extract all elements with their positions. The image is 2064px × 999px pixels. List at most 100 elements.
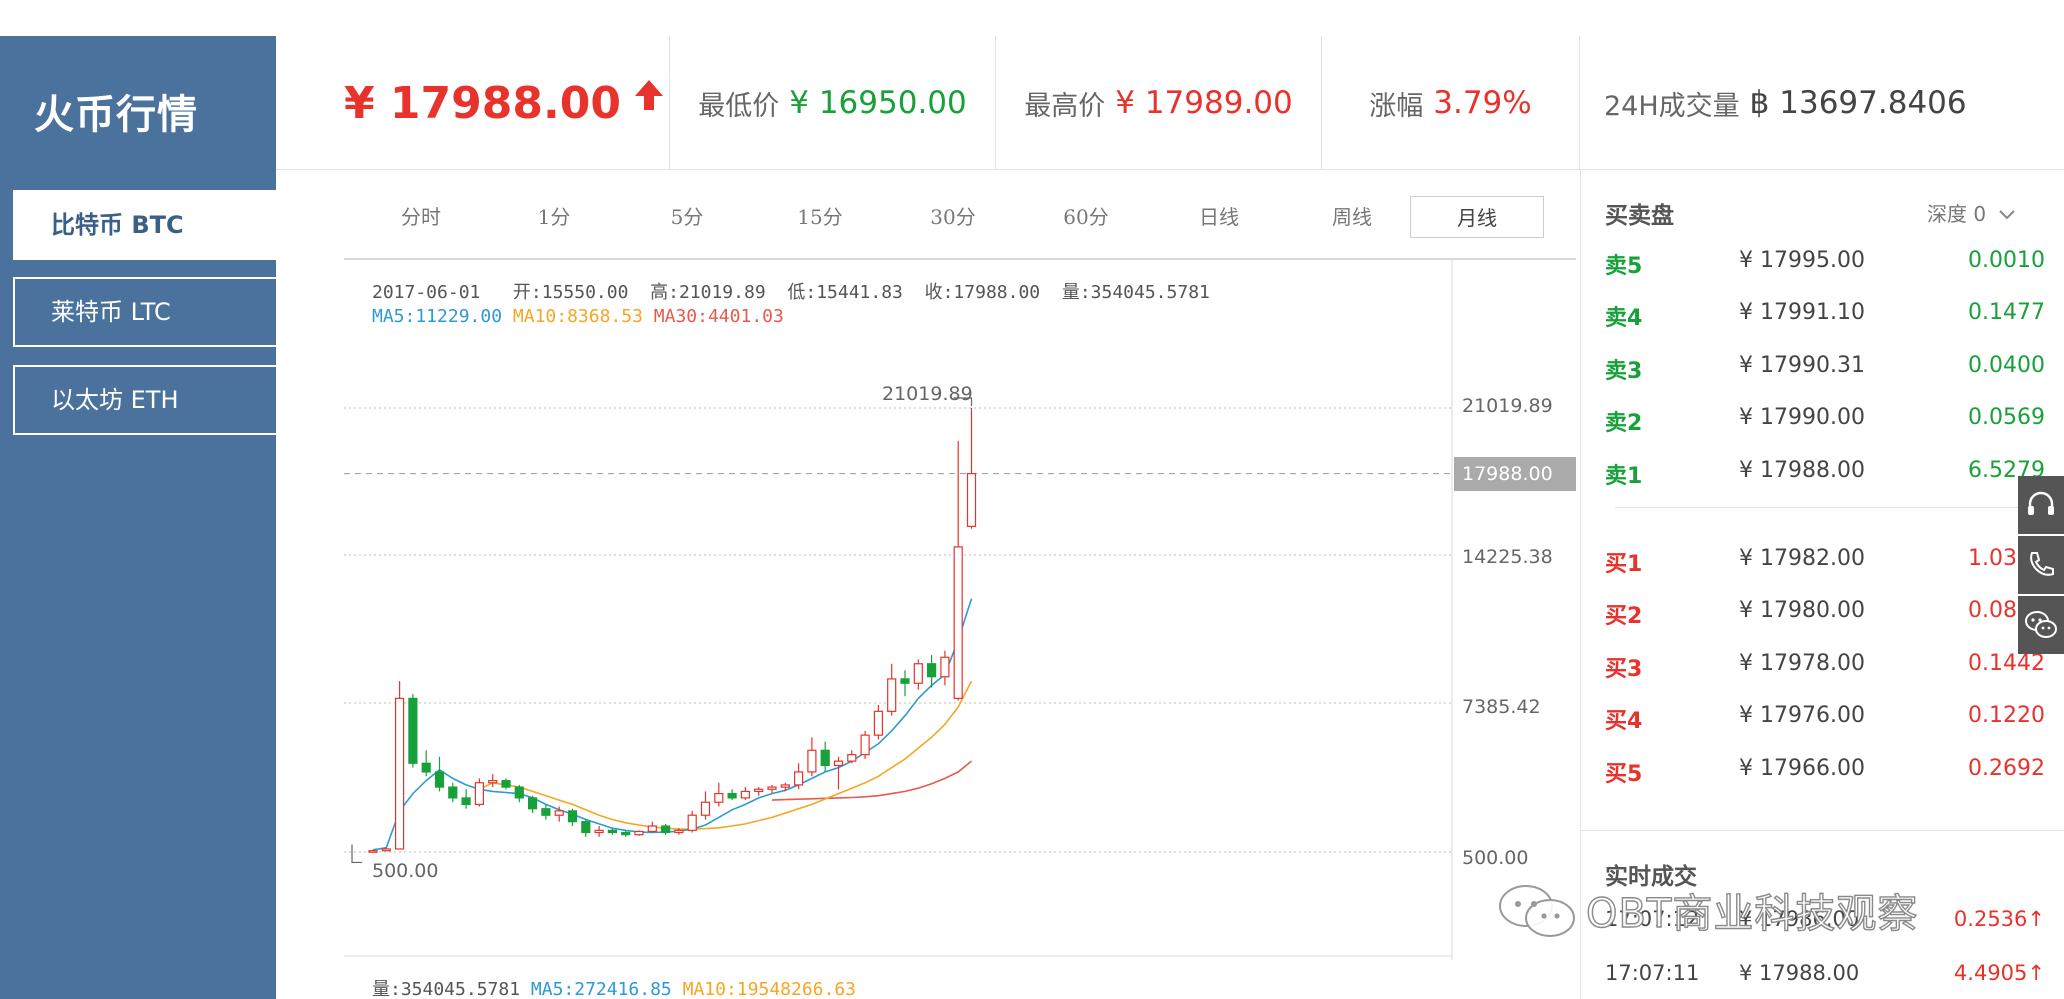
- ask-row[interactable]: 卖1 ¥ 17988.00 6.5279: [1605, 452, 2045, 492]
- candle-body: [913, 663, 923, 684]
- candle-body: [394, 697, 405, 850]
- bid-qty: 0.1220: [1968, 703, 2045, 728]
- ticker-price: ¥ 17988.00: [344, 36, 670, 170]
- ticker-bar: ¥ 17988.00 最低价 ¥ 16950.00 最高价 ¥ 17989.00…: [276, 36, 2064, 170]
- candle-body: [528, 797, 538, 810]
- min-pointer: [351, 844, 362, 864]
- ask-side: 卖4: [1605, 306, 1643, 331]
- kline-svg: [344, 260, 1453, 960]
- candle-body: [727, 792, 737, 799]
- bid-price: ¥ 17980.00: [1739, 598, 1865, 623]
- candle-body: [900, 678, 910, 684]
- ask-price: ¥ 17991.10: [1739, 300, 1865, 325]
- bid-side: 买1: [1605, 552, 1643, 577]
- ask-price: ¥ 17995.00: [1739, 248, 1865, 273]
- candle-body: [634, 830, 644, 836]
- scale-label-top: 21019.89: [1462, 395, 1553, 417]
- volume-value: ฿ 13697.8406: [1749, 85, 1967, 121]
- candle-body: [368, 850, 378, 853]
- tab-period-5m[interactable]: 5分: [620, 196, 754, 238]
- candle-body: [541, 808, 551, 816]
- price-markers: [351, 397, 973, 864]
- ticker-high: 最高价 ¥ 17989.00: [996, 36, 1322, 170]
- sidebar-item-btc[interactable]: 比特币 BTC: [13, 190, 276, 260]
- bid-price: ¥ 17982.00: [1739, 546, 1865, 571]
- tab-period-timeline[interactable]: 分时: [354, 196, 488, 238]
- ask-row[interactable]: 卖3 ¥ 17990.31 0.0400: [1605, 347, 2045, 387]
- ask-row[interactable]: 卖2 ¥ 17990.00 0.0569: [1605, 399, 2045, 439]
- kline-chart[interactable]: 2017-06-01 开:15550.00 高:21019.89 低:15441…: [344, 260, 1576, 999]
- wechat-button[interactable]: [2018, 596, 2064, 654]
- order-book: 买卖盘 深度 0 卖5 ¥ 17995.00 0.0010 卖4 ¥ 17991…: [1580, 170, 2064, 999]
- book-divider: [1615, 507, 2019, 508]
- ask-row[interactable]: 卖5 ¥ 17995.00 0.0010: [1605, 242, 2045, 282]
- ask-row[interactable]: 卖4 ¥ 17991.10 0.1477: [1605, 294, 2045, 334]
- ask-price: ¥ 17990.31: [1739, 353, 1865, 378]
- ask-side: 卖3: [1605, 359, 1643, 384]
- phone-icon: [2030, 552, 2054, 576]
- order-book-title: 买卖盘: [1605, 203, 1674, 229]
- tab-period-week[interactable]: 周线: [1285, 196, 1419, 238]
- candle-body: [700, 801, 711, 816]
- ask-side: 卖2: [1605, 411, 1643, 436]
- trade-price: ¥ 17988.00: [1739, 961, 1860, 985]
- tab-period-day[interactable]: 日线: [1152, 196, 1286, 238]
- candle-body: [887, 678, 897, 712]
- ask-qty: 0.0400: [1968, 353, 2045, 378]
- candle-body: [594, 829, 604, 834]
- bid-row[interactable]: 买4 ¥ 17976.00 0.1220: [1605, 697, 2045, 737]
- high-value: ¥ 17989.00: [1115, 85, 1293, 121]
- scale-label-3: 7385.42: [1462, 696, 1541, 718]
- candle-body: [448, 786, 458, 799]
- sidebar-item-ltc[interactable]: 莱特币 LTC: [13, 277, 276, 347]
- low-label: 最低价: [698, 90, 780, 122]
- ticker-change: 涨幅 3.79%: [1322, 36, 1580, 170]
- bid-price: ¥ 17978.00: [1739, 651, 1865, 676]
- ticker-volume: 24H成交量 ฿ 13697.8406: [1580, 36, 2064, 170]
- watermark-text: OBT商业科技观察: [1585, 890, 1919, 937]
- bid-row[interactable]: 买5 ¥ 17966.00 0.2692: [1605, 750, 2045, 790]
- floating-tools: [2018, 476, 2064, 656]
- min-price-marker: 500.00: [372, 860, 439, 882]
- candle-body: [488, 779, 498, 784]
- scale-label-2: 14225.38: [1462, 546, 1553, 568]
- candle-body: [421, 762, 431, 773]
- tab-period-15m[interactable]: 15分: [753, 196, 887, 238]
- candle-body: [607, 829, 617, 834]
- depth-select[interactable]: 深度 0: [1927, 198, 2016, 227]
- candle-body: [873, 710, 884, 736]
- candle-body: [567, 810, 578, 823]
- ask-qty: 0.1477: [1968, 300, 2045, 325]
- candle-body: [833, 760, 844, 767]
- tab-period-60m[interactable]: 60分: [1019, 196, 1153, 238]
- sidebar: 火币行情 比特币 BTC 莱特币 LTC 以太坊 ETH: [0, 36, 276, 999]
- candle-body: [621, 831, 631, 836]
- headset-icon: [2028, 491, 2054, 515]
- wechat-icon: [2025, 611, 2057, 638]
- bid-side: 买2: [1605, 604, 1643, 629]
- candle-body: [381, 848, 391, 852]
- bid-row[interactable]: 买1 ¥ 17982.00 1.0337: [1605, 540, 2045, 580]
- candle-body: [767, 786, 777, 790]
- candle-body: [714, 792, 724, 803]
- max-price-marker: 21019.89: [882, 383, 973, 405]
- chevron-down-icon: [1999, 210, 2016, 220]
- bid-qty: 0.2692: [1968, 756, 2045, 781]
- arrow-up-icon: [634, 80, 663, 110]
- tab-period-month[interactable]: 月线: [1410, 196, 1544, 238]
- candle-body: [966, 473, 977, 527]
- bid-row[interactable]: 买3 ¥ 17978.00 0.1442: [1605, 645, 2045, 685]
- sidebar-item-eth[interactable]: 以太坊 ETH: [13, 365, 276, 435]
- candle-body: [807, 749, 817, 773]
- scale-label-bottom: 500.00: [1462, 847, 1529, 869]
- tab-period-1m[interactable]: 1分: [487, 196, 621, 238]
- current-price: ¥ 17988.00: [344, 77, 621, 129]
- volume-ma5: MA5:272416.85: [530, 979, 672, 999]
- phone-button[interactable]: [2018, 536, 2064, 594]
- bid-side: 买5: [1605, 762, 1643, 787]
- low-value: ¥ 16950.00: [789, 85, 967, 121]
- bid-row[interactable]: 买2 ¥ 17980.00 0.0842: [1605, 592, 2045, 632]
- tab-period-30m[interactable]: 30分: [886, 196, 1020, 238]
- customer-service-button[interactable]: [2018, 476, 2064, 534]
- candle-body: [501, 779, 511, 788]
